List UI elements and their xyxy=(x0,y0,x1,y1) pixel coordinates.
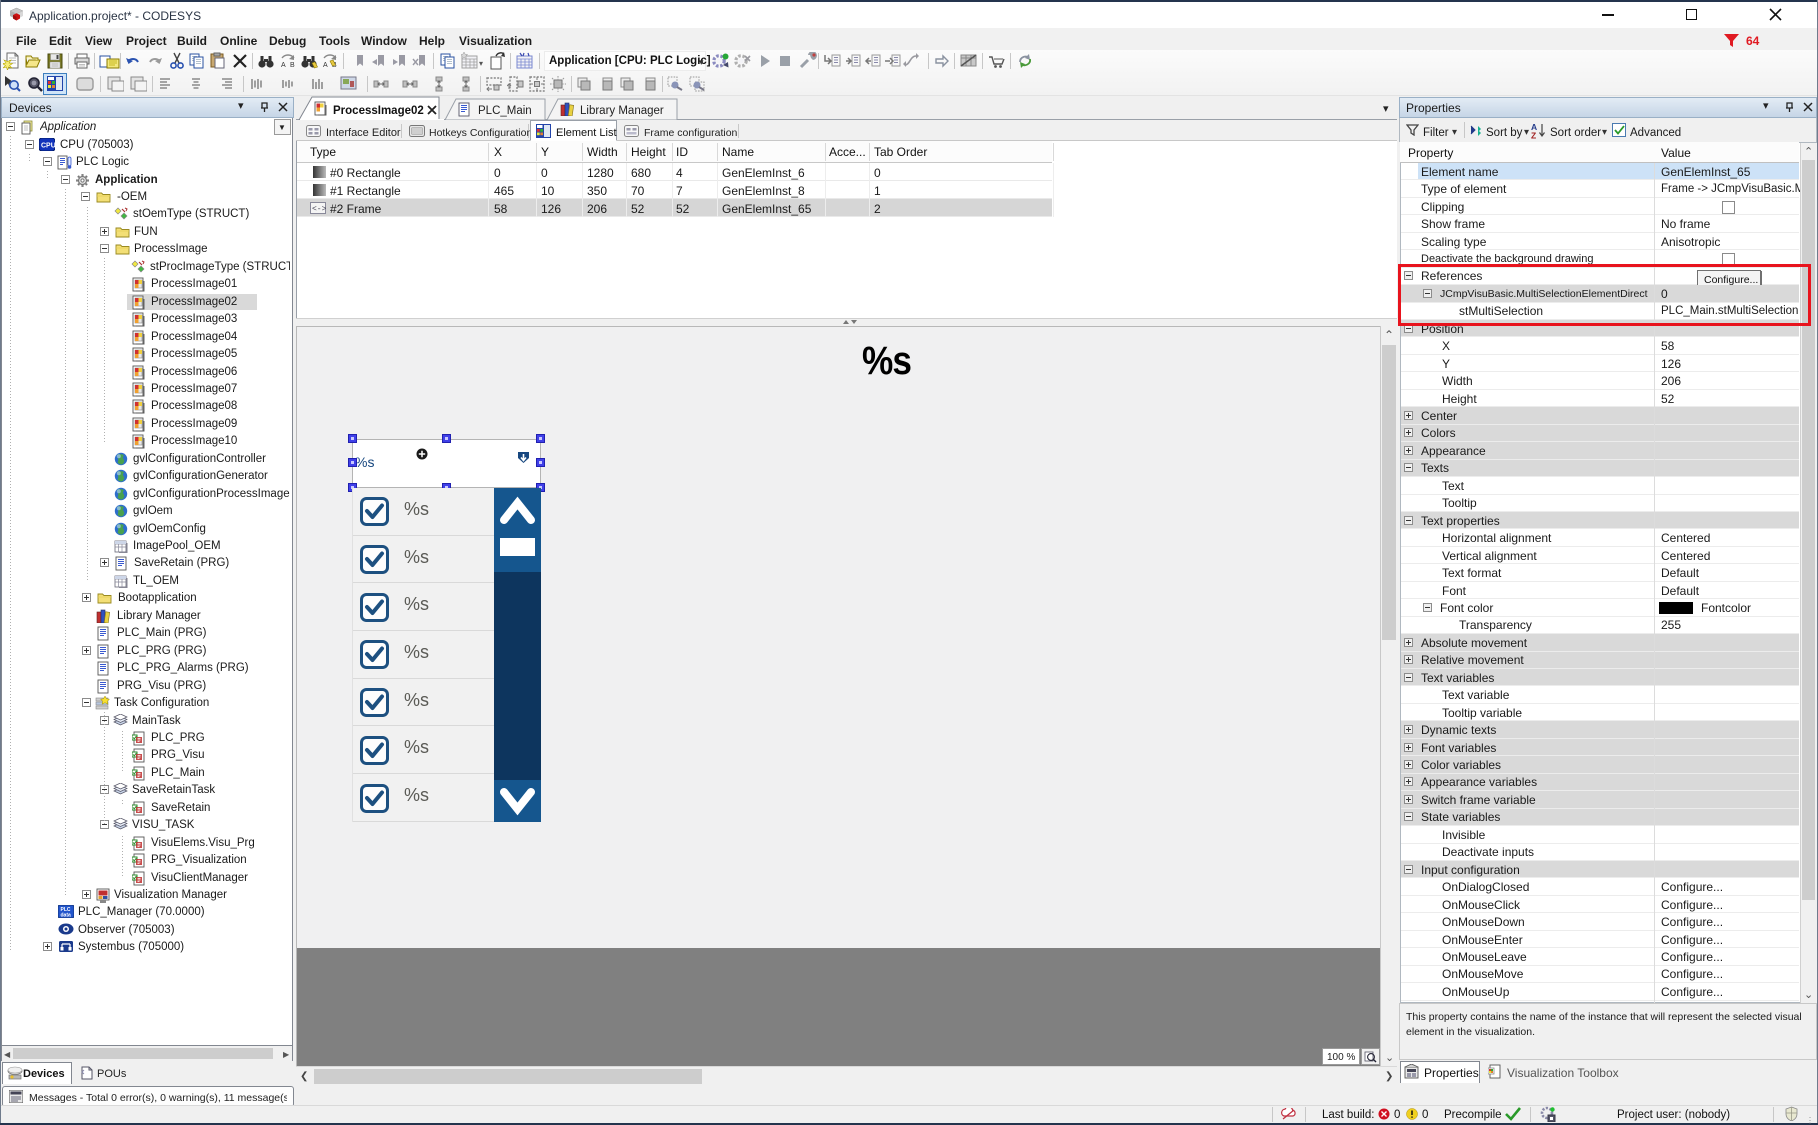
svg-text:Z: Z xyxy=(1531,131,1536,140)
svg-text:A: A xyxy=(323,62,328,69)
svg-text:CPU: CPU xyxy=(41,143,55,150)
svg-text:B: B xyxy=(290,62,295,69)
svg-text:<->: <-> xyxy=(312,205,326,214)
svg-text:data: data xyxy=(61,913,72,919)
svg-text:A: A xyxy=(281,62,286,69)
